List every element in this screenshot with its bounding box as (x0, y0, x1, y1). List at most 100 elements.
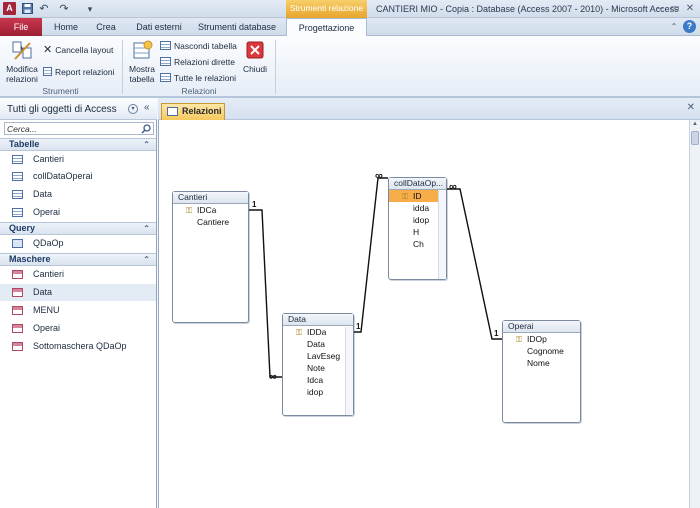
nav-item-query[interactable]: QDaOp (0, 235, 156, 252)
shutter-bar-icon[interactable]: « (144, 102, 150, 113)
nav-header[interactable]: Tutti gli oggetti di Access ▾ « (0, 98, 157, 120)
help-icon[interactable]: ? (683, 20, 696, 33)
tab-dati-esterni[interactable]: Dati esterni (126, 18, 192, 36)
table-title[interactable]: Cantieri (173, 192, 248, 204)
relazioni-dirette-button[interactable]: Relazioni dirette (160, 56, 235, 67)
nav-item-table[interactable]: Operai (0, 204, 156, 221)
nav-item-form[interactable]: Operai (0, 320, 156, 337)
form-icon (12, 288, 23, 297)
close-button[interactable]: ✕ (684, 3, 696, 15)
tab-crea[interactable]: Crea (88, 18, 124, 36)
ribbon-separator (275, 40, 276, 94)
customize-toolbar-icon[interactable]: ▾ (85, 3, 95, 15)
close-relationships-icon (246, 41, 264, 59)
restore-button[interactable]: ▭ (669, 3, 681, 15)
nascondi-tabella-button[interactable]: Nascondi tabella (160, 40, 237, 51)
document-tab-bar: Relazioni ✕ (158, 98, 700, 120)
vertical-scrollbar[interactable]: ▲ (689, 120, 700, 508)
field[interactable]: Idca (283, 374, 353, 386)
field-key[interactable]: ⚿ IDOp (503, 333, 580, 345)
nav-item-form[interactable]: Sottomaschera QDaOp (0, 338, 156, 355)
table-scrollbar[interactable] (438, 191, 446, 279)
chiudi-button[interactable]: Chiudi (241, 41, 269, 74)
undo-icon[interactable]: ↶ (37, 3, 51, 15)
table-cantieri[interactable]: Cantieri ⚿ IDCa Cantiere (172, 191, 249, 323)
redo-icon[interactable]: ↷ (57, 3, 71, 15)
close-document-icon[interactable]: ✕ (687, 102, 695, 113)
report-relazioni-button[interactable]: Report relazioni (43, 67, 115, 77)
all-relationships-icon (160, 73, 171, 82)
direct-relationships-icon (160, 57, 171, 66)
navigation-pane: Tutti gli oggetti di Access ▾ « Cerca...… (0, 98, 157, 508)
table-title[interactable]: collDataOp... (389, 178, 446, 190)
field-key-selected[interactable]: ⚿ ID (389, 190, 438, 202)
field[interactable]: Cognome (503, 345, 580, 357)
query-icon (12, 239, 23, 248)
group-label-relazioni: Relazioni (181, 86, 217, 96)
ribbon: Modifica relazioni ✕ Cancella layout Repo… (0, 36, 700, 98)
tutte-le-relazioni-button[interactable]: Tutte le relazioni (160, 72, 236, 83)
group-label-strumenti: Strumenti (42, 86, 79, 96)
tab-relazioni[interactable]: Relazioni (161, 103, 225, 120)
search-icon[interactable] (141, 124, 151, 134)
form-icon (12, 270, 23, 279)
nav-search-input[interactable]: Cerca... (4, 122, 154, 135)
table-icon (12, 190, 23, 199)
modifica-relazioni-button[interactable]: Modifica relazioni (4, 39, 40, 84)
category-query[interactable]: Query ⌃ (0, 222, 156, 235)
table-icon (12, 155, 23, 164)
clear-layout-icon: ✕ (43, 44, 53, 56)
nav-item-table[interactable]: collDataOperai (0, 168, 156, 185)
nav-dropdown-icon[interactable]: ▾ (128, 104, 138, 114)
nav-item-form[interactable]: Cantieri (0, 266, 156, 283)
report-icon (43, 67, 52, 76)
field[interactable]: LavEseg (283, 350, 353, 362)
table-icon (12, 172, 23, 181)
form-icon (12, 324, 23, 333)
title-bar: A ↶ ↷ ▾ Strumenti relazione CANTIERI MIO… (0, 0, 700, 18)
field[interactable]: Data (283, 338, 353, 350)
cancella-layout-button[interactable]: ✕ Cancella layout (43, 44, 113, 56)
tab-file[interactable]: File (0, 18, 42, 36)
table-data[interactable]: Data ⚿ IDDa Data LavEseg Note Idca idop (282, 313, 354, 416)
nav-item-form[interactable]: MENU (0, 302, 156, 319)
table-title[interactable]: Operai (503, 321, 580, 333)
mostra-tabella-button[interactable]: Mostra tabella (126, 39, 158, 84)
tab-progettazione[interactable]: Progettazione (286, 18, 367, 37)
category-tabelle[interactable]: Tabelle ⌃ (0, 138, 156, 151)
tab-strumenti-database[interactable]: Strumenti database (194, 18, 280, 36)
table-colldataoperai[interactable]: collDataOp... ⚿ ID idda idop H Ch (388, 177, 447, 280)
show-table-icon (133, 40, 153, 59)
field[interactable]: Cantiere (173, 216, 248, 228)
save-icon[interactable] (22, 3, 33, 15)
field[interactable]: idop (283, 386, 353, 398)
nav-item-table[interactable]: Cantieri (0, 151, 156, 168)
collapse-icon[interactable]: ⌃ (143, 223, 150, 234)
field-key[interactable]: ⚿ IDCa (173, 204, 248, 216)
table-title[interactable]: Data (283, 314, 353, 326)
collapse-ribbon-icon[interactable]: ⌃ (668, 21, 680, 33)
scroll-thumb[interactable] (691, 131, 699, 145)
table-scrollbar[interactable] (345, 327, 353, 415)
scroll-up-icon[interactable]: ▲ (691, 121, 699, 129)
field-key[interactable]: ⚿ IDDa (283, 326, 353, 338)
category-maschere[interactable]: Maschere ⌃ (0, 253, 156, 266)
form-icon (12, 306, 23, 315)
table-operai[interactable]: Operai ⚿ IDOp Cognome Nome (502, 320, 581, 423)
nav-item-table[interactable]: Data (0, 186, 156, 203)
ribbon-separator (122, 40, 123, 94)
field[interactable]: Nome (503, 357, 580, 369)
collapse-icon[interactable]: ⌃ (143, 139, 150, 150)
collapse-icon[interactable]: ⌃ (143, 254, 150, 265)
form-icon (12, 342, 23, 351)
access-app-icon[interactable]: A (3, 2, 16, 15)
field[interactable]: Note (283, 362, 353, 374)
nav-item-form-selected[interactable]: Data (0, 284, 156, 301)
nav-title: Tutti gli oggetti di Access (7, 104, 117, 115)
tab-home[interactable]: Home (46, 18, 86, 36)
edit-relationships-icon (12, 41, 32, 60)
context-band: Strumenti relazione (286, 0, 367, 18)
group-strumenti: Modifica relazioni ✕ Cancella layout Repo… (0, 36, 121, 98)
minimize-button[interactable]: – (654, 3, 666, 15)
table-icon (12, 208, 23, 217)
